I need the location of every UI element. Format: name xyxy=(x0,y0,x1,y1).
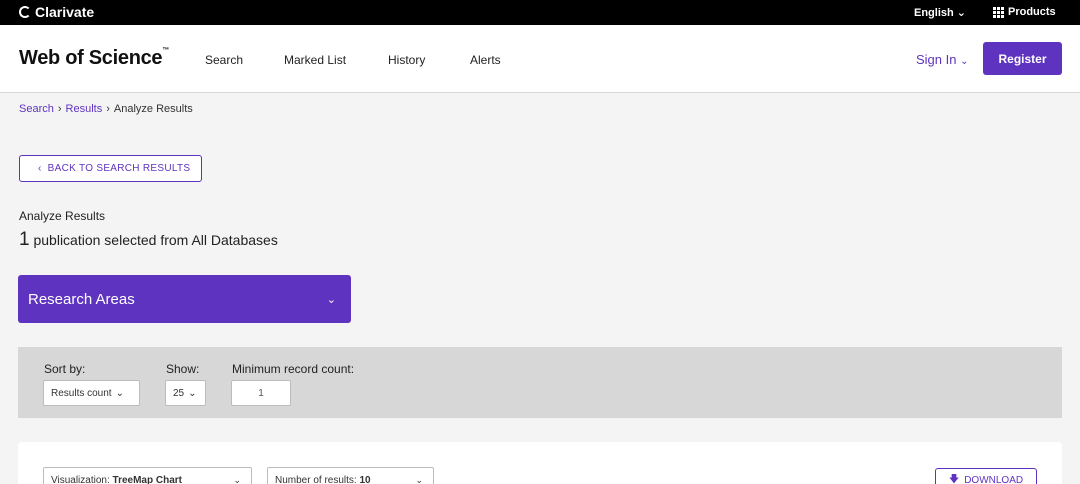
visualization-select[interactable]: Visualization: TreeMap Chart ⌄ xyxy=(43,467,252,484)
language-selector[interactable]: English ⌄ xyxy=(914,6,966,19)
chevron-down-icon: ⌄ xyxy=(115,387,124,399)
chevron-down-icon: ⌄ xyxy=(956,7,967,19)
download-icon: 🡇 xyxy=(948,473,960,484)
grid-icon xyxy=(993,6,1004,18)
nav-history[interactable]: History xyxy=(388,53,425,67)
nav-marked-list[interactable]: Marked List xyxy=(284,53,346,67)
nav-search[interactable]: Search xyxy=(205,53,243,67)
field-dropdown-label: Research Areas xyxy=(28,291,135,308)
min-record-count-label: Minimum record count: xyxy=(232,362,355,376)
field-dropdown[interactable]: Research Areas ⌄ xyxy=(18,275,351,323)
publication-summary: 1 publication selected from All Database… xyxy=(19,229,278,251)
show-label: Show: xyxy=(166,362,200,376)
back-to-search-results-button[interactable]: ‹ BACK TO SEARCH RESULTS xyxy=(19,155,202,182)
filter-bar: Sort by: Results count ⌄ Show: 25 ⌄ Mini… xyxy=(18,347,1062,418)
publication-count: 1 xyxy=(19,229,30,250)
clarivate-topbar: Clarivate English ⌄ Products xyxy=(0,0,1080,25)
visualization-card: Visualization: TreeMap Chart ⌄ Number of… xyxy=(18,442,1062,484)
chevron-right-icon: › xyxy=(106,103,110,115)
number-of-results-select[interactable]: Number of results: 10 ⌄ xyxy=(267,467,434,484)
wos-header: Web of Science™ Search Marked List Histo… xyxy=(0,25,1080,93)
nav-alerts[interactable]: Alerts xyxy=(470,53,501,67)
sort-by-label: Sort by: xyxy=(44,362,86,376)
breadcrumb-current: Analyze Results xyxy=(113,103,193,115)
clarivate-brand-text: Clarivate xyxy=(35,4,95,20)
products-menu[interactable]: Products xyxy=(993,6,1056,18)
breadcrumb-search[interactable]: Search xyxy=(19,103,54,115)
chevron-left-icon: ‹ xyxy=(38,163,42,174)
chevron-down-icon: ⌄ xyxy=(415,474,423,484)
sign-in-menu[interactable]: Sign In ⌄ xyxy=(916,52,969,67)
download-button[interactable]: 🡇 DOWNLOAD xyxy=(935,468,1037,484)
breadcrumb: Search › Results › Analyze Results xyxy=(19,103,193,115)
chevron-down-icon: ⌄ xyxy=(188,387,197,399)
min-record-count-input[interactable] xyxy=(231,380,291,406)
breadcrumb-results[interactable]: Results xyxy=(66,103,103,115)
publication-summary-text: publication selected from All Databases xyxy=(33,232,278,248)
register-button[interactable]: Register xyxy=(983,42,1062,75)
sort-by-select[interactable]: Results count ⌄ xyxy=(43,380,140,406)
chevron-down-icon: ⌄ xyxy=(326,294,336,306)
chevron-right-icon: › xyxy=(57,103,62,115)
clarivate-logo-icon xyxy=(19,6,31,18)
chevron-down-icon: ⌄ xyxy=(233,474,241,484)
analyze-results-label: Analyze Results xyxy=(19,209,106,223)
chevron-down-icon: ⌄ xyxy=(960,56,969,67)
show-select[interactable]: 25 ⌄ xyxy=(165,380,206,406)
clarivate-logo[interactable]: Clarivate xyxy=(19,4,94,20)
wos-logo[interactable]: Web of Science™ xyxy=(19,47,169,70)
